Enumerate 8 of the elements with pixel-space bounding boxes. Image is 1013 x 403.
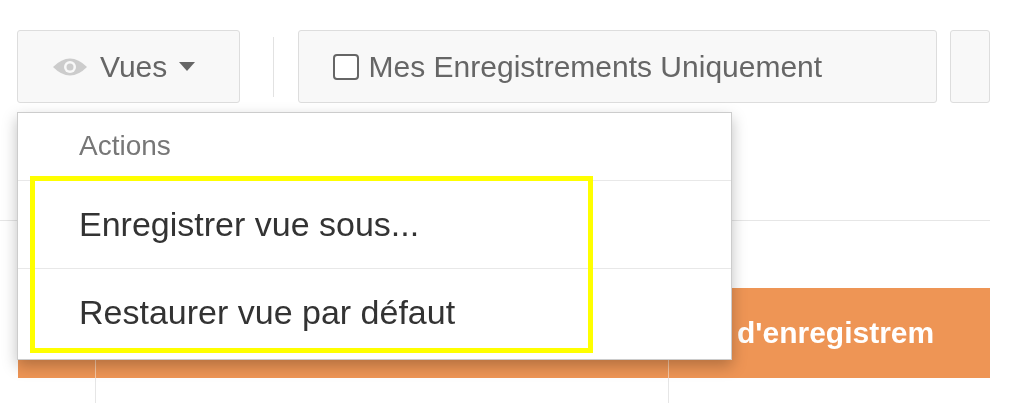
caret-icon (179, 62, 196, 71)
menu-item[interactable]: Enregistrer vue sous... (18, 181, 731, 269)
filter-toggle[interactable]: Mes Enregistrements Uniquement (297, 30, 937, 103)
column-header: d'enregistrem (737, 316, 935, 350)
menu-item[interactable]: Restaurer vue par défaut (18, 269, 731, 356)
views-button[interactable]: Vues (17, 30, 240, 103)
menu-header: Actions (79, 130, 171, 161)
checkbox[interactable] (332, 53, 359, 80)
